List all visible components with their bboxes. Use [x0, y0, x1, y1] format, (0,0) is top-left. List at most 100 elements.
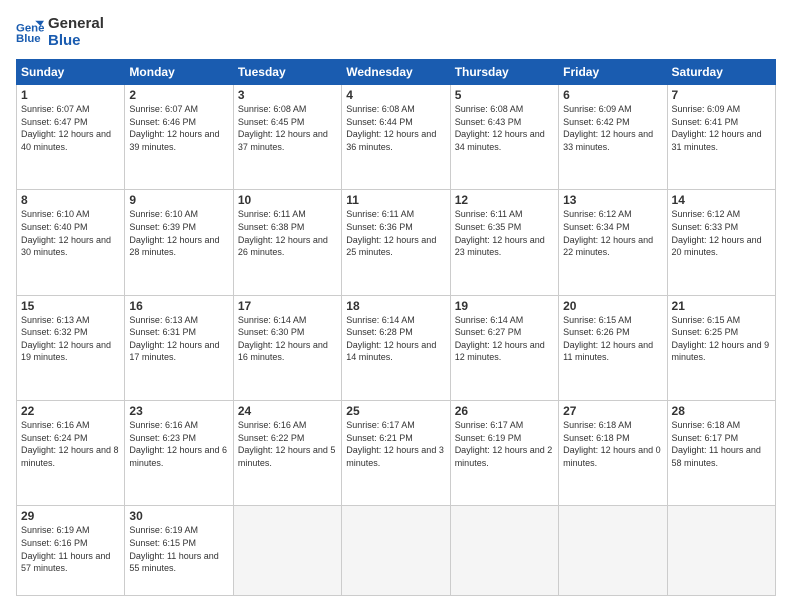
day-number: 17: [238, 299, 337, 313]
day-info: Sunrise: 6:17 AMSunset: 6:21 PMDaylight:…: [346, 419, 445, 469]
day-cell-10: 10Sunrise: 6:11 AMSunset: 6:38 PMDayligh…: [233, 190, 341, 295]
empty-cell: [450, 506, 558, 596]
calendar-week-4: 22Sunrise: 6:16 AMSunset: 6:24 PMDayligh…: [17, 400, 776, 505]
day-cell-19: 19Sunrise: 6:14 AMSunset: 6:27 PMDayligh…: [450, 295, 558, 400]
day-cell-14: 14Sunrise: 6:12 AMSunset: 6:33 PMDayligh…: [667, 190, 775, 295]
day-info: Sunrise: 6:09 AMSunset: 6:42 PMDaylight:…: [563, 103, 662, 153]
day-info: Sunrise: 6:14 AMSunset: 6:27 PMDaylight:…: [455, 314, 554, 364]
logo-text-general: General: [48, 16, 104, 33]
day-info: Sunrise: 6:18 AMSunset: 6:18 PMDaylight:…: [563, 419, 662, 469]
day-info: Sunrise: 6:11 AMSunset: 6:35 PMDaylight:…: [455, 208, 554, 258]
day-number: 2: [129, 88, 228, 102]
day-cell-3: 3Sunrise: 6:08 AMSunset: 6:45 PMDaylight…: [233, 85, 341, 190]
day-info: Sunrise: 6:14 AMSunset: 6:30 PMDaylight:…: [238, 314, 337, 364]
calendar-week-3: 15Sunrise: 6:13 AMSunset: 6:32 PMDayligh…: [17, 295, 776, 400]
day-cell-8: 8Sunrise: 6:10 AMSunset: 6:40 PMDaylight…: [17, 190, 125, 295]
day-info: Sunrise: 6:16 AMSunset: 6:24 PMDaylight:…: [21, 419, 120, 469]
day-info: Sunrise: 6:10 AMSunset: 6:40 PMDaylight:…: [21, 208, 120, 258]
day-number: 6: [563, 88, 662, 102]
empty-cell: [559, 506, 667, 596]
day-number: 18: [346, 299, 445, 313]
day-cell-30: 30Sunrise: 6:19 AMSunset: 6:15 PMDayligh…: [125, 506, 233, 596]
day-number: 3: [238, 88, 337, 102]
day-number: 26: [455, 404, 554, 418]
day-cell-18: 18Sunrise: 6:14 AMSunset: 6:28 PMDayligh…: [342, 295, 450, 400]
calendar-week-1: 1Sunrise: 6:07 AMSunset: 6:47 PMDaylight…: [17, 85, 776, 190]
day-info: Sunrise: 6:13 AMSunset: 6:32 PMDaylight:…: [21, 314, 120, 364]
day-info: Sunrise: 6:11 AMSunset: 6:36 PMDaylight:…: [346, 208, 445, 258]
svg-text:Blue: Blue: [16, 32, 41, 44]
day-info: Sunrise: 6:16 AMSunset: 6:23 PMDaylight:…: [129, 419, 228, 469]
day-number: 10: [238, 193, 337, 207]
day-cell-21: 21Sunrise: 6:15 AMSunset: 6:25 PMDayligh…: [667, 295, 775, 400]
day-info: Sunrise: 6:17 AMSunset: 6:19 PMDaylight:…: [455, 419, 554, 469]
day-number: 12: [455, 193, 554, 207]
calendar-table: SundayMondayTuesdayWednesdayThursdayFrid…: [16, 59, 776, 596]
day-cell-28: 28Sunrise: 6:18 AMSunset: 6:17 PMDayligh…: [667, 400, 775, 505]
calendar-week-2: 8Sunrise: 6:10 AMSunset: 6:40 PMDaylight…: [17, 190, 776, 295]
day-cell-6: 6Sunrise: 6:09 AMSunset: 6:42 PMDaylight…: [559, 85, 667, 190]
day-cell-17: 17Sunrise: 6:14 AMSunset: 6:30 PMDayligh…: [233, 295, 341, 400]
day-number: 5: [455, 88, 554, 102]
day-number: 25: [346, 404, 445, 418]
day-info: Sunrise: 6:13 AMSunset: 6:31 PMDaylight:…: [129, 314, 228, 364]
day-info: Sunrise: 6:08 AMSunset: 6:44 PMDaylight:…: [346, 103, 445, 153]
day-number: 22: [21, 404, 120, 418]
weekday-header-friday: Friday: [559, 60, 667, 85]
day-number: 13: [563, 193, 662, 207]
day-cell-2: 2Sunrise: 6:07 AMSunset: 6:46 PMDaylight…: [125, 85, 233, 190]
day-number: 9: [129, 193, 228, 207]
day-cell-4: 4Sunrise: 6:08 AMSunset: 6:44 PMDaylight…: [342, 85, 450, 190]
day-cell-11: 11Sunrise: 6:11 AMSunset: 6:36 PMDayligh…: [342, 190, 450, 295]
day-number: 19: [455, 299, 554, 313]
weekday-header-monday: Monday: [125, 60, 233, 85]
day-number: 14: [672, 193, 771, 207]
day-info: Sunrise: 6:07 AMSunset: 6:46 PMDaylight:…: [129, 103, 228, 153]
day-number: 21: [672, 299, 771, 313]
day-info: Sunrise: 6:10 AMSunset: 6:39 PMDaylight:…: [129, 208, 228, 258]
day-number: 1: [21, 88, 120, 102]
day-cell-29: 29Sunrise: 6:19 AMSunset: 6:16 PMDayligh…: [17, 506, 125, 596]
day-info: Sunrise: 6:08 AMSunset: 6:43 PMDaylight:…: [455, 103, 554, 153]
empty-cell: [233, 506, 341, 596]
weekday-header-sunday: Sunday: [17, 60, 125, 85]
day-number: 20: [563, 299, 662, 313]
day-cell-27: 27Sunrise: 6:18 AMSunset: 6:18 PMDayligh…: [559, 400, 667, 505]
day-number: 11: [346, 193, 445, 207]
day-cell-25: 25Sunrise: 6:17 AMSunset: 6:21 PMDayligh…: [342, 400, 450, 505]
weekday-header-tuesday: Tuesday: [233, 60, 341, 85]
empty-cell: [667, 506, 775, 596]
day-cell-9: 9Sunrise: 6:10 AMSunset: 6:39 PMDaylight…: [125, 190, 233, 295]
day-number: 30: [129, 509, 228, 523]
day-number: 8: [21, 193, 120, 207]
day-info: Sunrise: 6:15 AMSunset: 6:25 PMDaylight:…: [672, 314, 771, 364]
day-info: Sunrise: 6:08 AMSunset: 6:45 PMDaylight:…: [238, 103, 337, 153]
day-info: Sunrise: 6:12 AMSunset: 6:34 PMDaylight:…: [563, 208, 662, 258]
day-info: Sunrise: 6:12 AMSunset: 6:33 PMDaylight:…: [672, 208, 771, 258]
logo: General Blue General Blue: [16, 16, 104, 49]
day-number: 27: [563, 404, 662, 418]
day-number: 16: [129, 299, 228, 313]
day-number: 15: [21, 299, 120, 313]
day-cell-13: 13Sunrise: 6:12 AMSunset: 6:34 PMDayligh…: [559, 190, 667, 295]
day-cell-12: 12Sunrise: 6:11 AMSunset: 6:35 PMDayligh…: [450, 190, 558, 295]
day-info: Sunrise: 6:11 AMSunset: 6:38 PMDaylight:…: [238, 208, 337, 258]
calendar-header-row: SundayMondayTuesdayWednesdayThursdayFrid…: [17, 60, 776, 85]
day-number: 24: [238, 404, 337, 418]
day-cell-5: 5Sunrise: 6:08 AMSunset: 6:43 PMDaylight…: [450, 85, 558, 190]
weekday-header-thursday: Thursday: [450, 60, 558, 85]
day-cell-20: 20Sunrise: 6:15 AMSunset: 6:26 PMDayligh…: [559, 295, 667, 400]
day-cell-26: 26Sunrise: 6:17 AMSunset: 6:19 PMDayligh…: [450, 400, 558, 505]
calendar-week-5: 29Sunrise: 6:19 AMSunset: 6:16 PMDayligh…: [17, 506, 776, 596]
weekday-header-wednesday: Wednesday: [342, 60, 450, 85]
day-cell-16: 16Sunrise: 6:13 AMSunset: 6:31 PMDayligh…: [125, 295, 233, 400]
day-number: 7: [672, 88, 771, 102]
day-cell-22: 22Sunrise: 6:16 AMSunset: 6:24 PMDayligh…: [17, 400, 125, 505]
day-info: Sunrise: 6:19 AMSunset: 6:16 PMDaylight:…: [21, 524, 120, 574]
day-info: Sunrise: 6:18 AMSunset: 6:17 PMDaylight:…: [672, 419, 771, 469]
day-number: 23: [129, 404, 228, 418]
day-info: Sunrise: 6:14 AMSunset: 6:28 PMDaylight:…: [346, 314, 445, 364]
logo-text-blue: Blue: [48, 33, 104, 50]
day-number: 29: [21, 509, 120, 523]
day-info: Sunrise: 6:09 AMSunset: 6:41 PMDaylight:…: [672, 103, 771, 153]
